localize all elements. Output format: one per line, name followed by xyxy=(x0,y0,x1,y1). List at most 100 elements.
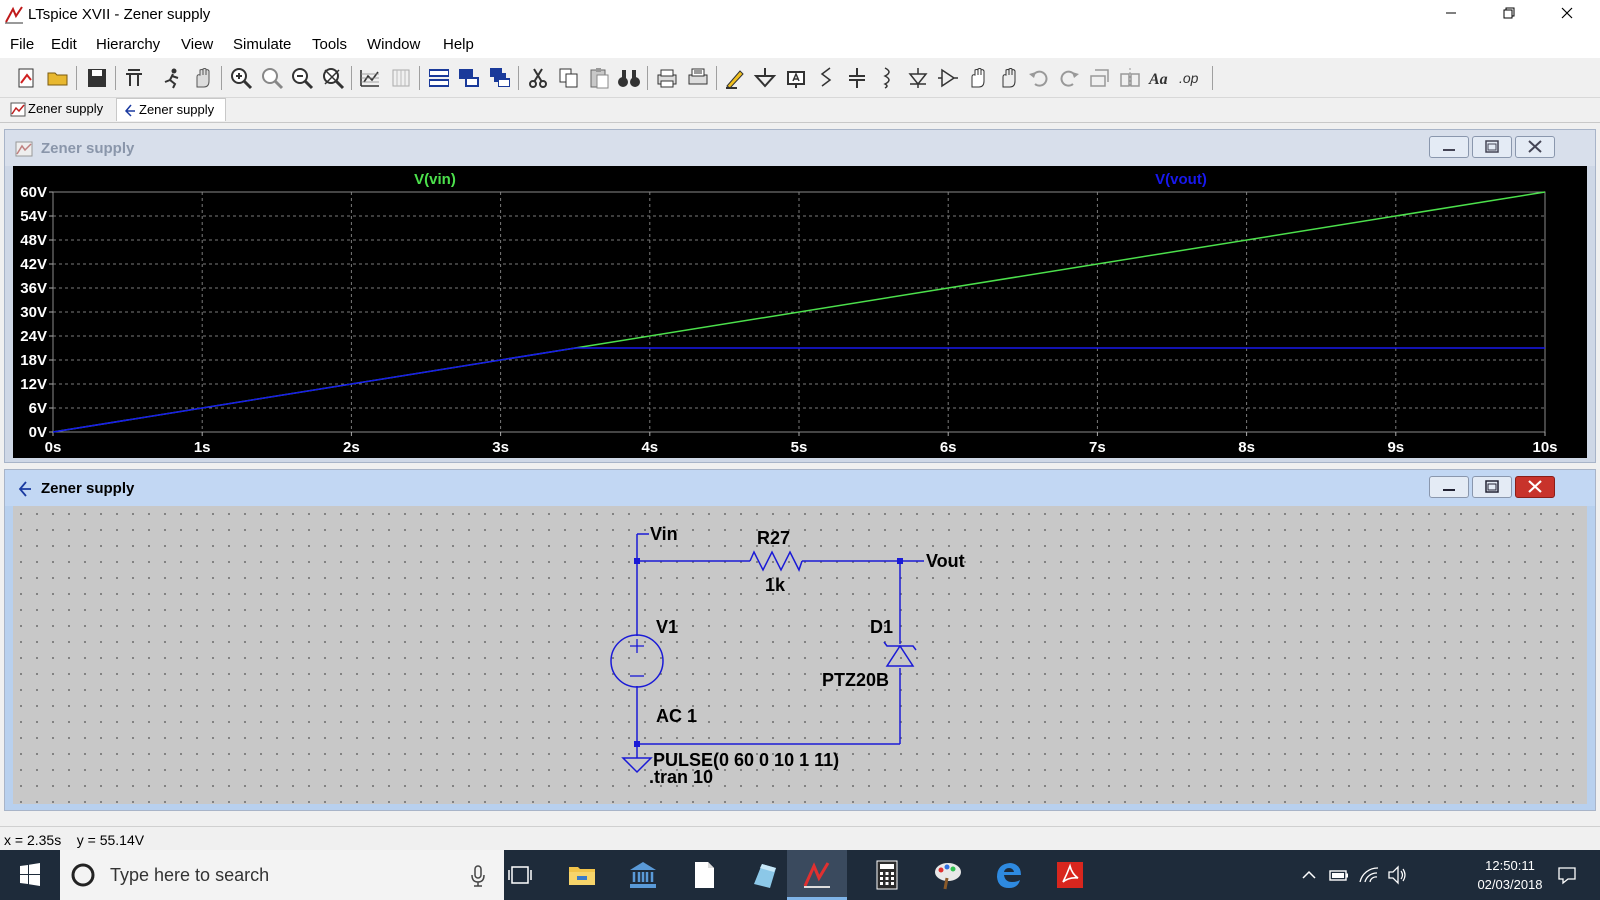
edge-browser-icon[interactable] xyxy=(992,858,1026,892)
tile-vertical-icon[interactable] xyxy=(457,66,481,90)
tran-directive[interactable]: .tran 10 xyxy=(649,767,713,787)
control-panel-icon[interactable] xyxy=(122,66,146,90)
diode-icon[interactable] xyxy=(906,66,930,90)
cascade-icon[interactable] xyxy=(488,66,512,90)
paint-app-icon[interactable] xyxy=(931,858,965,892)
pan-icon[interactable] xyxy=(260,66,284,90)
pane-close-button[interactable] xyxy=(1515,136,1555,158)
schematic-svg[interactable]: Vin Vout R27 1k V1 AC 1 D1 PTZ20B PULSE(… xyxy=(13,506,1587,804)
close-icon xyxy=(1561,7,1573,19)
legend-label-vvin[interactable]: V(vin) xyxy=(414,171,456,188)
voltage-source-v1[interactable] xyxy=(610,634,664,688)
menu-hierarchy[interactable]: Hierarchy xyxy=(96,36,160,53)
zoom-fit-icon[interactable] xyxy=(321,66,345,90)
tile-horizontal-icon[interactable] xyxy=(427,66,451,90)
resistor-r27[interactable] xyxy=(749,550,803,572)
cut-icon[interactable] xyxy=(526,66,550,90)
grid-icon[interactable] xyxy=(389,66,413,90)
zoom-out-icon[interactable] xyxy=(290,66,314,90)
rotate-icon[interactable] xyxy=(1088,66,1112,90)
capacitor-icon[interactable] xyxy=(845,66,869,90)
ground-symbol[interactable] xyxy=(621,757,653,774)
restore-button[interactable] xyxy=(1486,0,1532,30)
menu-view[interactable]: View xyxy=(181,36,213,53)
pane-minimize-button[interactable] xyxy=(1429,136,1469,158)
zener-diode-d1[interactable] xyxy=(883,641,917,667)
notes-app-icon[interactable] xyxy=(748,858,782,892)
resistor-value[interactable]: 1k xyxy=(765,575,786,595)
start-button[interactable] xyxy=(0,850,60,900)
zener-triangle[interactable] xyxy=(885,644,915,667)
mirror-icon[interactable] xyxy=(1118,66,1142,90)
draw-wire-icon[interactable] xyxy=(723,66,747,90)
volume-icon[interactable] xyxy=(1386,864,1408,886)
text-icon[interactable]: Aa xyxy=(1148,66,1172,90)
find-icon[interactable] xyxy=(617,66,641,90)
waveform-plot[interactable]: 0s 1s 2s 3s 4s 5s 6s 7s 8s 9s 10s 0V 6V 12V 18V 24V 30V 3… xyxy=(13,166,1587,458)
paste-icon[interactable] xyxy=(587,66,611,90)
chevron-up-icon[interactable] xyxy=(1298,864,1320,886)
taskbar-search-box[interactable]: Type here to search xyxy=(60,850,504,900)
redo-icon[interactable] xyxy=(1057,66,1081,90)
pane-maximize-button[interactable] xyxy=(1472,476,1512,498)
save-icon[interactable] xyxy=(85,66,109,90)
battery-icon[interactable] xyxy=(1328,864,1350,886)
source-name[interactable]: V1 xyxy=(656,617,678,637)
halt-icon[interactable] xyxy=(191,66,215,90)
run-icon[interactable] xyxy=(160,66,184,90)
microphone-icon[interactable] xyxy=(470,864,486,888)
net-label-vout[interactable]: Vout xyxy=(926,551,965,571)
pane-maximize-button[interactable] xyxy=(1472,136,1512,158)
print-setup-icon[interactable] xyxy=(686,66,710,90)
tab-waveform[interactable]: Zener supply xyxy=(6,98,112,121)
undo-icon[interactable] xyxy=(1027,66,1051,90)
ltspice-taskbar-button[interactable] xyxy=(787,850,847,900)
inductor-icon[interactable] xyxy=(875,66,899,90)
menu-edit[interactable]: Edit xyxy=(51,36,77,53)
pane-minimize-button[interactable] xyxy=(1429,476,1469,498)
acrobat-reader-icon[interactable] xyxy=(1053,858,1087,892)
menu-file[interactable]: File xyxy=(10,36,34,53)
minimize-button[interactable] xyxy=(1428,0,1474,30)
zoom-in-icon[interactable] xyxy=(229,66,253,90)
menu-simulate[interactable]: Simulate xyxy=(233,36,291,53)
bank-app-icon[interactable] xyxy=(626,858,660,892)
label-net-icon[interactable] xyxy=(784,66,808,90)
legend-label-vvout[interactable]: V(vout) xyxy=(1155,171,1207,188)
autorange-icon[interactable] xyxy=(358,66,382,90)
open-folder-icon[interactable] xyxy=(46,66,70,90)
schematic-canvas[interactable]: Vin Vout R27 1k V1 AC 1 D1 PTZ20B PULSE(… xyxy=(13,506,1587,804)
spice-directive-icon[interactable]: .op xyxy=(1178,66,1202,90)
wifi-icon[interactable] xyxy=(1358,864,1380,886)
ground-icon[interactable] xyxy=(753,66,777,90)
document-app-icon[interactable] xyxy=(687,858,721,892)
menu-window[interactable]: Window xyxy=(367,36,420,53)
move-icon[interactable] xyxy=(966,66,990,90)
file-explorer-icon[interactable] xyxy=(565,858,599,892)
print-icon[interactable] xyxy=(655,66,679,90)
tab-schematic[interactable]: Zener supply xyxy=(116,98,226,121)
menu-tools[interactable]: Tools xyxy=(312,36,347,53)
waveform-window-title: Zener supply xyxy=(41,140,135,157)
x-tick-label: 4s xyxy=(641,439,658,456)
menu-help[interactable]: Help xyxy=(443,36,474,53)
diode-model[interactable]: PTZ20B xyxy=(822,670,889,690)
new-schematic-icon[interactable] xyxy=(15,66,39,90)
source-value[interactable]: AC 1 xyxy=(656,706,697,726)
component-icon[interactable] xyxy=(936,66,960,90)
copy-icon[interactable] xyxy=(557,66,581,90)
resistor-icon[interactable] xyxy=(814,66,838,90)
drag-icon[interactable] xyxy=(997,66,1021,90)
taskbar-clock[interactable]: 12:50:11 02/03/2018 xyxy=(1470,856,1550,894)
notifications-icon[interactable] xyxy=(1556,864,1578,886)
junction-dot xyxy=(897,558,903,564)
diode-name[interactable]: D1 xyxy=(870,617,893,637)
net-label-vin[interactable]: Vin xyxy=(650,524,678,544)
resistor-name[interactable]: R27 xyxy=(757,528,790,548)
calculator-icon[interactable] xyxy=(870,858,904,892)
task-view-icon[interactable] xyxy=(503,858,537,892)
plot-svg[interactable]: 0s 1s 2s 3s 4s 5s 6s 7s 8s 9s 10s 0V 6V 12V 18V 24V 30V 3… xyxy=(13,166,1587,458)
close-button[interactable] xyxy=(1544,0,1590,30)
pane-close-button[interactable] xyxy=(1515,476,1555,498)
plus-icon xyxy=(630,639,644,653)
